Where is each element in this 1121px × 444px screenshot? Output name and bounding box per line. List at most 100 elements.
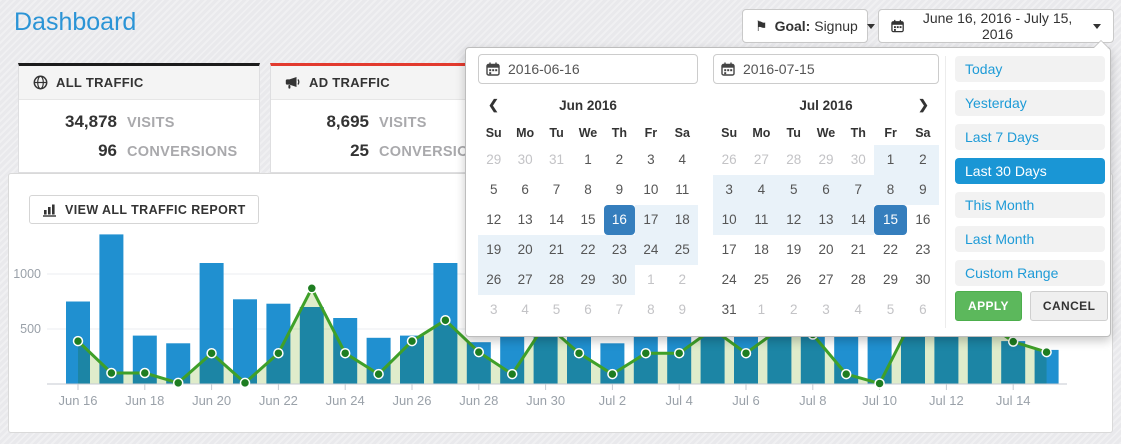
day-cell[interactable]: 28 (842, 265, 874, 295)
day-cell[interactable]: 8 (635, 295, 666, 325)
cancel-button[interactable]: CANCEL (1030, 291, 1108, 321)
day-cell[interactable]: 5 (778, 175, 810, 205)
day-cell[interactable]: 4 (745, 175, 777, 205)
day-cell[interactable]: 29 (572, 265, 603, 295)
day-cell[interactable]: 23 (907, 235, 939, 265)
day-cell[interactable]: 9 (907, 175, 939, 205)
range-option-yesterday[interactable]: Yesterday (955, 90, 1105, 116)
day-cell[interactable]: 3 (713, 175, 745, 205)
day-cell[interactable]: 13 (509, 205, 540, 235)
day-cell[interactable]: 4 (667, 145, 698, 175)
day-cell[interactable]: 13 (810, 205, 842, 235)
day-cell[interactable]: 8 (874, 175, 906, 205)
day-cell-selected[interactable]: 15 (874, 205, 906, 235)
day-cell[interactable]: 6 (907, 295, 939, 325)
day-cell[interactable]: 14 (842, 205, 874, 235)
day-cell[interactable]: 9 (604, 175, 635, 205)
day-cell[interactable]: 28 (541, 265, 572, 295)
day-cell[interactable]: 23 (604, 235, 635, 265)
day-cell[interactable]: 18 (745, 235, 777, 265)
day-cell[interactable]: 30 (604, 265, 635, 295)
day-cell[interactable]: 29 (478, 145, 509, 175)
day-cell[interactable]: 16 (907, 205, 939, 235)
day-cell[interactable]: 2 (604, 145, 635, 175)
day-cell[interactable]: 2 (907, 145, 939, 175)
day-cell[interactable]: 26 (478, 265, 509, 295)
day-cell[interactable]: 3 (478, 295, 509, 325)
day-cell[interactable]: 28 (778, 145, 810, 175)
day-cell[interactable]: 1 (572, 145, 603, 175)
day-cell[interactable]: 29 (874, 265, 906, 295)
day-cell[interactable]: 3 (810, 295, 842, 325)
range-option-last-30-days[interactable]: Last 30 Days (955, 158, 1105, 184)
day-cell[interactable]: 31 (713, 295, 745, 325)
day-cell[interactable]: 21 (842, 235, 874, 265)
start-date-input[interactable] (478, 54, 698, 84)
day-cell[interactable]: 7 (541, 175, 572, 205)
view-all-traffic-report-button[interactable]: VIEW ALL TRAFFIC REPORT (29, 195, 259, 224)
day-cell[interactable]: 1 (745, 295, 777, 325)
range-option-today[interactable]: Today (955, 56, 1105, 82)
day-cell[interactable]: 31 (541, 145, 572, 175)
day-cell[interactable]: 19 (478, 235, 509, 265)
day-cell[interactable]: 30 (907, 265, 939, 295)
day-cell[interactable]: 27 (810, 265, 842, 295)
day-cell[interactable]: 1 (635, 265, 666, 295)
day-cell[interactable]: 2 (667, 265, 698, 295)
day-cell[interactable]: 5 (478, 175, 509, 205)
day-cell[interactable]: 6 (572, 295, 603, 325)
day-cell[interactable]: 26 (713, 145, 745, 175)
day-cell[interactable]: 12 (478, 205, 509, 235)
day-cell[interactable]: 3 (635, 145, 666, 175)
day-cell[interactable]: 19 (778, 235, 810, 265)
day-cell[interactable]: 21 (541, 235, 572, 265)
range-option-custom-range[interactable]: Custom Range (955, 260, 1105, 286)
day-cell[interactable]: 26 (778, 265, 810, 295)
day-cell[interactable]: 14 (541, 205, 572, 235)
day-cell[interactable]: 17 (635, 205, 666, 235)
range-option-last-7-days[interactable]: Last 7 Days (955, 124, 1105, 150)
day-cell[interactable]: 5 (541, 295, 572, 325)
date-range-button[interactable]: June 16, 2016 - July 15, 2016 (878, 9, 1114, 43)
range-option-last-month[interactable]: Last Month (955, 226, 1105, 252)
day-cell[interactable]: 29 (810, 145, 842, 175)
day-cell[interactable]: 5 (874, 295, 906, 325)
day-cell[interactable]: 11 (745, 205, 777, 235)
day-cell[interactable]: 22 (874, 235, 906, 265)
day-cell[interactable]: 20 (810, 235, 842, 265)
day-cell[interactable]: 15 (572, 205, 603, 235)
day-cell[interactable]: 18 (667, 205, 698, 235)
day-cell[interactable]: 30 (509, 145, 540, 175)
day-cell[interactable]: 24 (713, 265, 745, 295)
day-cell[interactable]: 10 (635, 175, 666, 205)
day-cell[interactable]: 11 (667, 175, 698, 205)
day-cell-selected[interactable]: 16 (604, 205, 635, 235)
end-date-input[interactable] (713, 54, 939, 84)
goal-dropdown-button[interactable]: ⚑ Goal: Signup (742, 9, 868, 43)
day-cell[interactable]: 4 (509, 295, 540, 325)
apply-button[interactable]: APPLY (955, 291, 1022, 321)
day-cell[interactable]: 6 (509, 175, 540, 205)
day-cell[interactable]: 27 (509, 265, 540, 295)
day-cell[interactable]: 25 (667, 235, 698, 265)
prev-month-icon[interactable]: ❮ (478, 97, 509, 113)
day-cell[interactable]: 6 (810, 175, 842, 205)
range-option-this-month[interactable]: This Month (955, 192, 1105, 218)
day-cell[interactable]: 30 (842, 145, 874, 175)
day-cell[interactable]: 4 (842, 295, 874, 325)
day-cell[interactable]: 9 (667, 295, 698, 325)
day-cell[interactable]: 10 (713, 205, 745, 235)
day-cell[interactable]: 1 (874, 145, 906, 175)
day-cell[interactable]: 8 (572, 175, 603, 205)
next-month-icon[interactable]: ❯ (908, 97, 939, 113)
day-cell[interactable]: 12 (778, 205, 810, 235)
day-cell[interactable]: 2 (778, 295, 810, 325)
day-cell[interactable]: 20 (509, 235, 540, 265)
day-cell[interactable]: 7 (604, 295, 635, 325)
day-cell[interactable]: 25 (745, 265, 777, 295)
day-cell[interactable]: 7 (842, 175, 874, 205)
day-cell[interactable]: 27 (745, 145, 777, 175)
day-cell[interactable]: 22 (572, 235, 603, 265)
day-cell[interactable]: 17 (713, 235, 745, 265)
day-cell[interactable]: 24 (635, 235, 666, 265)
